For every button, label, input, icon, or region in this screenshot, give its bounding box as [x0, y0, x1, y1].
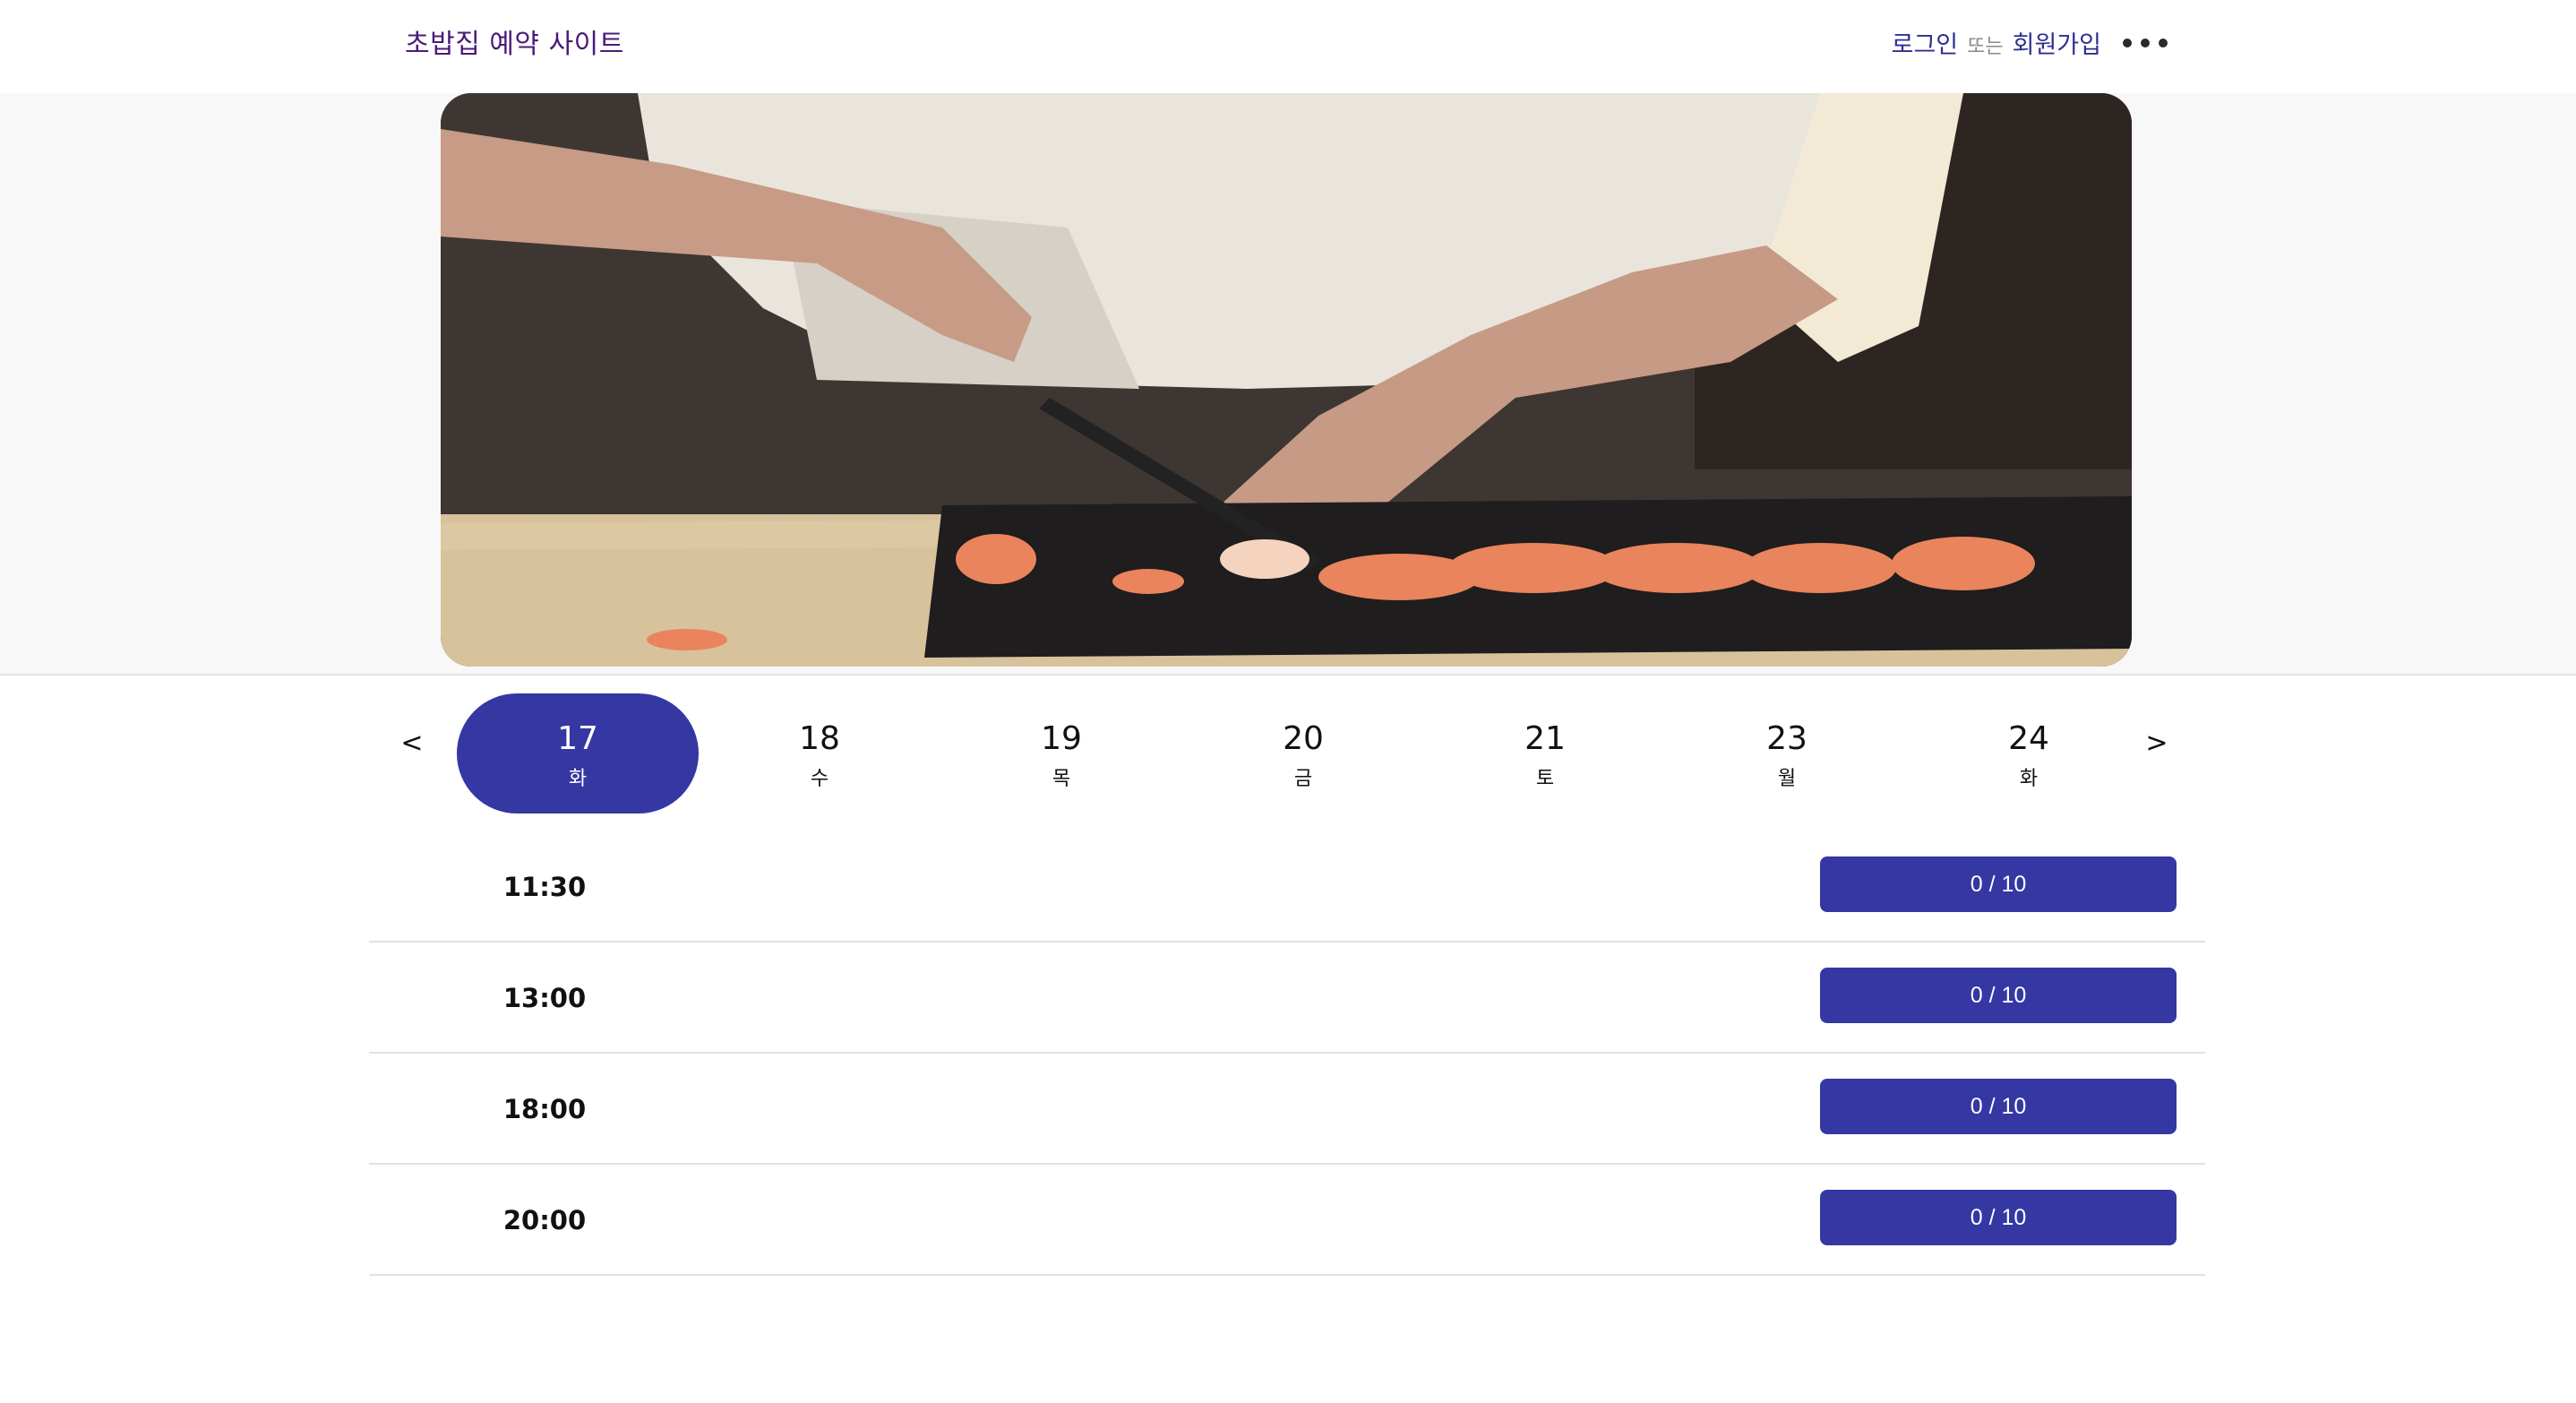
day-of-week: 금	[1293, 768, 1313, 790]
date-number: 17	[557, 720, 598, 757]
date-item-17[interactable]: 17 화	[457, 693, 699, 813]
or-text: 또는	[1967, 36, 2004, 58]
date-number: 21	[1524, 720, 1566, 757]
slot-time: 20:00	[502, 1205, 587, 1235]
date-item-24[interactable]: 24 화	[1908, 693, 2150, 813]
dot	[2141, 39, 2150, 47]
reserve-slot-button[interactable]: 0 / 10	[1820, 968, 2177, 1023]
signup-link[interactable]: 회원가입	[2013, 31, 2101, 59]
dot	[2159, 39, 2168, 47]
day-of-week: 화	[2019, 768, 2039, 790]
day-of-week: 화	[568, 768, 588, 790]
hero-image	[441, 93, 2132, 667]
next-week-button[interactable]: >	[2139, 727, 2175, 759]
date-selector: < 17 화 18 수 19 목 20 금 21 토 23 월 24 화 >	[394, 692, 2185, 815]
time-slot-row: 11:30 0 / 10	[369, 831, 2205, 943]
day-of-week: 토	[1535, 768, 1555, 790]
time-slot-row: 18:00 0 / 10	[369, 1054, 2205, 1165]
date-item-21[interactable]: 21 토	[1424, 693, 1666, 813]
time-slot-row: 20:00 0 / 10	[369, 1165, 2205, 1276]
slot-time: 11:30	[502, 872, 587, 902]
date-item-23[interactable]: 23 월	[1666, 693, 1908, 813]
reserve-slot-button[interactable]: 0 / 10	[1820, 1079, 2177, 1134]
date-number: 19	[1041, 720, 1082, 757]
date-number: 24	[2008, 720, 2049, 757]
site-title[interactable]: 초밥집 예약 사이트	[405, 22, 624, 61]
day-of-week: 목	[1052, 768, 1071, 790]
date-item-19[interactable]: 19 목	[940, 693, 1182, 813]
prev-week-button[interactable]: <	[394, 727, 430, 759]
date-item-18[interactable]: 18 수	[699, 693, 940, 813]
day-of-week: 월	[1777, 768, 1797, 790]
reserve-slot-button[interactable]: 0 / 10	[1820, 856, 2177, 912]
sushi-chef-illustration	[441, 93, 2132, 667]
time-slot-row: 13:00 0 / 10	[369, 943, 2205, 1054]
time-slot-list: 11:30 0 / 10 13:00 0 / 10 18:00 0 / 10 2…	[369, 831, 2205, 1276]
login-link[interactable]: 로그인	[1892, 31, 1959, 59]
day-of-week: 수	[810, 768, 829, 790]
date-number: 20	[1283, 720, 1324, 757]
date-number: 18	[799, 720, 840, 757]
auth-links: 로그인 또는 회원가입	[1892, 25, 2101, 60]
more-horizontal-icon[interactable]	[2123, 27, 2168, 59]
date-item-20[interactable]: 20 금	[1182, 693, 1424, 813]
site-header: 초밥집 예약 사이트 로그인 또는 회원가입	[0, 0, 2576, 93]
reserve-slot-button[interactable]: 0 / 10	[1820, 1190, 2177, 1245]
slot-time: 18:00	[502, 1094, 587, 1124]
date-number: 23	[1766, 720, 1807, 757]
dot	[2123, 39, 2132, 47]
slot-time: 13:00	[502, 983, 587, 1013]
